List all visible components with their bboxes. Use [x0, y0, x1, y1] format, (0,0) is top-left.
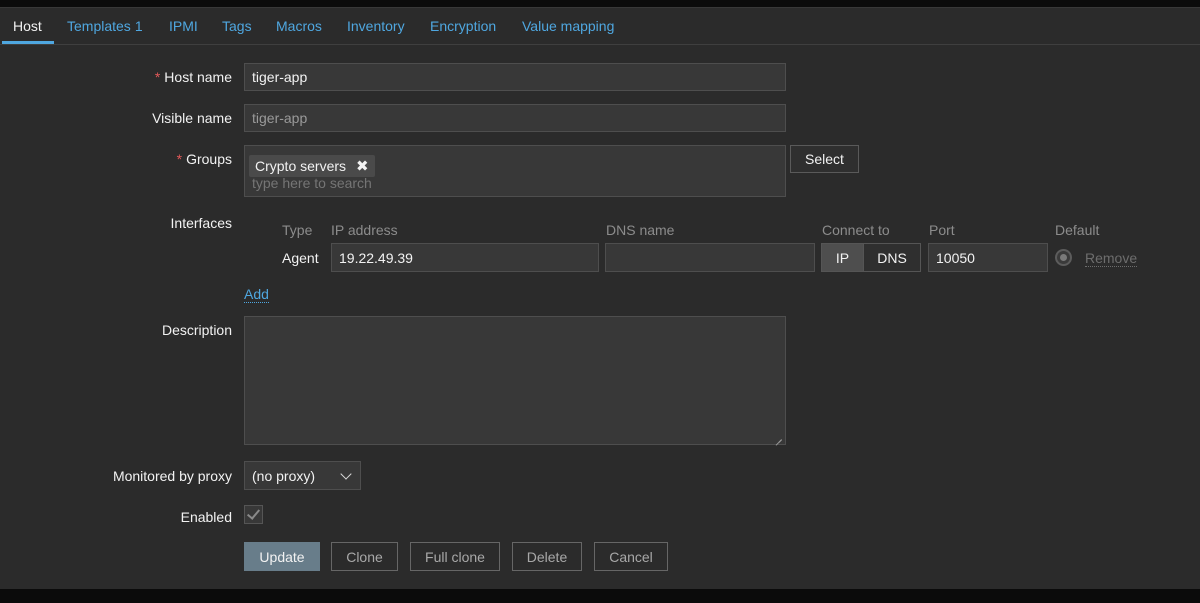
tab-templates[interactable]: Templates 1: [67, 18, 143, 34]
proxy-select[interactable]: (no proxy): [244, 461, 361, 490]
add-interface-link[interactable]: Add: [244, 286, 269, 303]
interfaces-col-connect-to: Connect to: [822, 222, 890, 238]
active-tab-indicator: [2, 41, 54, 44]
host-name-input[interactable]: [244, 63, 786, 91]
tab-inventory[interactable]: Inventory: [347, 18, 405, 34]
host-name-label-text: Host name: [164, 69, 232, 85]
enabled-checkbox[interactable]: [244, 505, 263, 524]
visible-name-input[interactable]: [244, 104, 786, 132]
window-top-edge: [0, 0, 1200, 7]
connect-to-dns-toggle[interactable]: DNS: [863, 243, 921, 272]
host-edit-panel: Host Templates 1 IPMI Tags Macros Invento…: [0, 7, 1200, 590]
interfaces-label: Interfaces: [170, 215, 232, 231]
full-clone-button[interactable]: Full clone: [410, 542, 500, 571]
select-groups-button[interactable]: Select: [790, 145, 859, 173]
templates-count-badge: 1: [134, 18, 143, 34]
interfaces-col-type: Type: [282, 222, 313, 238]
groups-search-input[interactable]: [245, 171, 685, 195]
proxy-select-value: (no proxy): [252, 467, 316, 484]
required-mark: *: [176, 151, 183, 167]
tab-value-mapping[interactable]: Value mapping: [522, 18, 614, 34]
cancel-button[interactable]: Cancel: [594, 542, 668, 571]
description-textarea[interactable]: [244, 316, 786, 445]
interfaces-col-dns: DNS name: [606, 222, 675, 238]
tab-inventory-label: Inventory: [347, 18, 405, 34]
interfaces-col-ip: IP address: [331, 222, 398, 238]
chevron-down-icon: [340, 467, 352, 480]
tab-bar: Host Templates 1 IPMI Tags Macros Invento…: [0, 8, 1200, 45]
interface-dns-input[interactable]: [605, 243, 815, 272]
clone-button[interactable]: Clone: [331, 542, 398, 571]
tab-tags[interactable]: Tags: [222, 18, 252, 34]
tab-encryption[interactable]: Encryption: [430, 18, 496, 34]
tab-tags-label: Tags: [222, 18, 252, 34]
tab-encryption-label: Encryption: [430, 18, 497, 34]
tab-macros-label: Macros: [276, 18, 322, 34]
tab-host-label: Host: [13, 18, 42, 34]
interfaces-col-port: Port: [929, 222, 955, 238]
groups-label-text: Groups: [186, 151, 232, 167]
tab-templates-label: Templates: [67, 18, 131, 34]
textarea-resize-handle[interactable]: [775, 433, 783, 441]
tab-macros[interactable]: Macros: [276, 18, 322, 34]
interface-ip-input[interactable]: [331, 243, 599, 272]
interface-type: Agent: [282, 250, 319, 266]
update-button[interactable]: Update: [244, 542, 320, 571]
proxy-label: Monitored by proxy: [112, 468, 232, 484]
visible-name-label: Visible name: [152, 110, 232, 126]
groups-label: * Groups: [177, 151, 232, 167]
enabled-label: Enabled: [180, 509, 232, 525]
window-bottom-edge: [0, 589, 1200, 603]
host-name-label: * Host name: [155, 69, 232, 85]
description-label: Description: [161, 322, 232, 338]
required-mark: *: [154, 69, 161, 85]
tab-ipmi-label: IPMI: [169, 18, 198, 34]
interface-port-input[interactable]: [928, 243, 1048, 272]
tab-value-mapping-label: Value mapping: [522, 18, 615, 34]
interfaces-col-default: Default: [1055, 222, 1100, 238]
delete-button[interactable]: Delete: [512, 542, 582, 571]
tab-host[interactable]: Host: [13, 18, 42, 34]
default-interface-radio[interactable]: [1055, 249, 1072, 266]
remove-interface-link[interactable]: Remove: [1085, 250, 1138, 267]
tab-ipmi[interactable]: IPMI: [169, 18, 198, 34]
connect-to-ip-toggle[interactable]: IP: [821, 243, 864, 272]
